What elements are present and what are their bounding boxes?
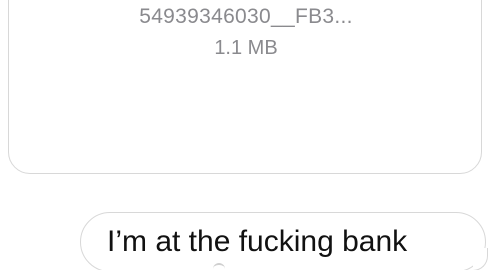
scroll-indicator (213, 263, 225, 270)
outgoing-message-bubble[interactable]: I’m at the fucking bank (80, 212, 486, 270)
attachment-file-size: 1.1 MB (214, 37, 278, 59)
message-text: I’m at the fucking bank (107, 225, 408, 258)
attachment-file-name: 54939346030__FB3... (139, 5, 353, 28)
chat-thread: 54939346030__FB3... 1.1 MB I’m at the fu… (0, 0, 490, 270)
attachment-bubble[interactable]: 54939346030__FB3... 1.1 MB (8, 0, 482, 174)
bubble-tail (473, 248, 488, 270)
